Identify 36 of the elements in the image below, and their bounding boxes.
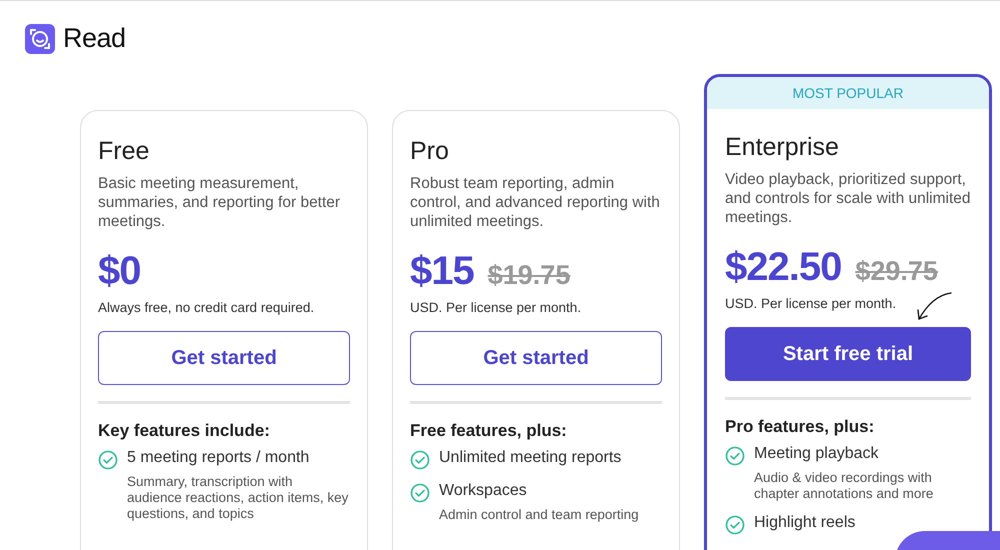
check-icon	[410, 483, 430, 503]
get-started-button[interactable]: Get started	[98, 331, 350, 385]
plan-name: Enterprise	[725, 133, 840, 162]
feature-title: Highlight reels	[754, 514, 856, 533]
features-heading: Pro features, plus:	[725, 417, 876, 437]
features-heading: Free features, plus:	[410, 421, 568, 441]
feature-title: Workspaces	[439, 482, 528, 501]
get-started-button[interactable]: Get started	[410, 331, 662, 385]
feature-title: Unlimited meeting reports	[439, 449, 622, 468]
price-note: USD. Per license per month.	[410, 300, 582, 315]
price-note: Always free, no credit card required.	[98, 300, 316, 315]
price-note: USD. Per license per month.	[725, 296, 898, 311]
logo-icon	[25, 24, 55, 54]
price: $0	[98, 249, 140, 294]
check-icon	[725, 515, 745, 535]
check-icon	[725, 446, 745, 466]
feature-detail: Summary, transcription with audience reactions, action items, key questions, and topics	[127, 474, 350, 522]
plan-description: Basic meeting measurement, summaries, and reporting for better meetings.	[98, 174, 342, 231]
plan-name: Free	[98, 137, 150, 166]
old-price: $29.75	[855, 256, 938, 287]
popular-badge: MOST POPULAR	[707, 77, 989, 109]
feature-detail: Audio & video recordings with chapter annotations and more	[754, 470, 934, 502]
feature-title: 5 meeting reports / month	[127, 449, 310, 468]
check-icon	[410, 450, 430, 470]
price: $22.50	[725, 245, 842, 290]
feature-title: Meeting playback	[754, 445, 880, 464]
plan-description: Robust team reporting, admin control, and advanced reporting with unlimited meetings.	[410, 174, 661, 231]
start-trial-button[interactable]: Start free trial	[725, 327, 971, 381]
price: $15	[410, 249, 474, 294]
brand-name: Read	[63, 23, 126, 54]
plan-name: Pro	[410, 137, 450, 166]
check-icon	[98, 450, 118, 470]
features-heading: Key features include:	[98, 421, 271, 441]
plan-description: Video playback, prioritized support, and controls for scale with unlimited meetings.	[725, 170, 971, 227]
feature-detail: Admin control and team reporting	[439, 507, 640, 523]
old-price: $19.75	[488, 260, 570, 291]
